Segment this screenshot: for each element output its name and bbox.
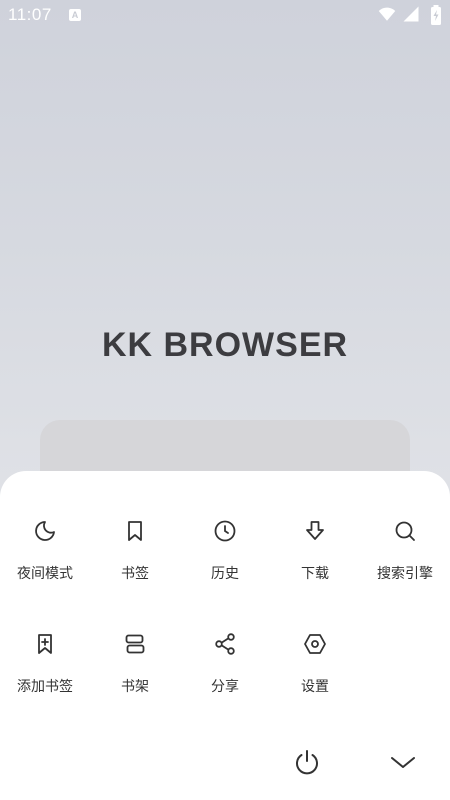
brand-title: KK BROWSER bbox=[101, 326, 349, 364]
menu-item-add-bookmark[interactable]: 添加书签 bbox=[0, 632, 90, 712]
menu-item-night-mode[interactable]: 夜间模式 bbox=[0, 519, 90, 599]
menu-label: 书架 bbox=[121, 679, 149, 695]
menu-item-search-engine[interactable]: 搜索引擎 bbox=[360, 519, 450, 599]
moon-icon bbox=[33, 519, 57, 543]
menu-label: 添加书签 bbox=[17, 679, 73, 695]
status-bar: 11:07 A bbox=[0, 0, 450, 30]
bookmark-icon bbox=[123, 519, 147, 543]
menu-label: 夜间模式 bbox=[17, 566, 73, 582]
menu-label: 分享 bbox=[211, 679, 239, 695]
menu-item-bookshelf[interactable]: 书架 bbox=[90, 632, 180, 712]
power-icon bbox=[292, 747, 322, 777]
menu-item-downloads[interactable]: 下载 bbox=[270, 519, 360, 599]
close-menu-button[interactable] bbox=[388, 747, 418, 777]
chevron-down-icon bbox=[388, 747, 418, 777]
menu-item-settings[interactable]: 设置 bbox=[270, 632, 360, 712]
menu-label: 搜索引擎 bbox=[377, 566, 433, 582]
settings-icon bbox=[303, 632, 327, 656]
notification-icon: A bbox=[69, 9, 81, 21]
power-button[interactable] bbox=[292, 747, 322, 777]
add-bookmark-icon bbox=[33, 632, 57, 656]
signal-icon bbox=[403, 6, 419, 22]
menu-label: 历史 bbox=[211, 566, 239, 582]
share-icon bbox=[213, 632, 237, 656]
clock-icon bbox=[213, 519, 237, 543]
menu-item-share[interactable]: 分享 bbox=[180, 632, 270, 712]
menu-label: 设置 bbox=[301, 679, 329, 695]
status-time: 11:07 bbox=[8, 5, 52, 24]
menu-label: 下载 bbox=[301, 566, 329, 582]
battery-icon bbox=[431, 5, 441, 25]
bookshelf-icon bbox=[123, 632, 147, 656]
download-icon bbox=[303, 519, 327, 543]
menu-item-bookmarks[interactable]: 书签 bbox=[90, 519, 180, 599]
wifi-icon bbox=[378, 7, 396, 21]
menu-item-history[interactable]: 历史 bbox=[180, 519, 270, 599]
menu-label: 书签 bbox=[121, 566, 149, 582]
menu-sheet: 夜间模式 书签 历史 下载 搜索引擎 添加书签 书架 分享 设置 bbox=[0, 471, 450, 800]
search-icon bbox=[393, 519, 417, 543]
